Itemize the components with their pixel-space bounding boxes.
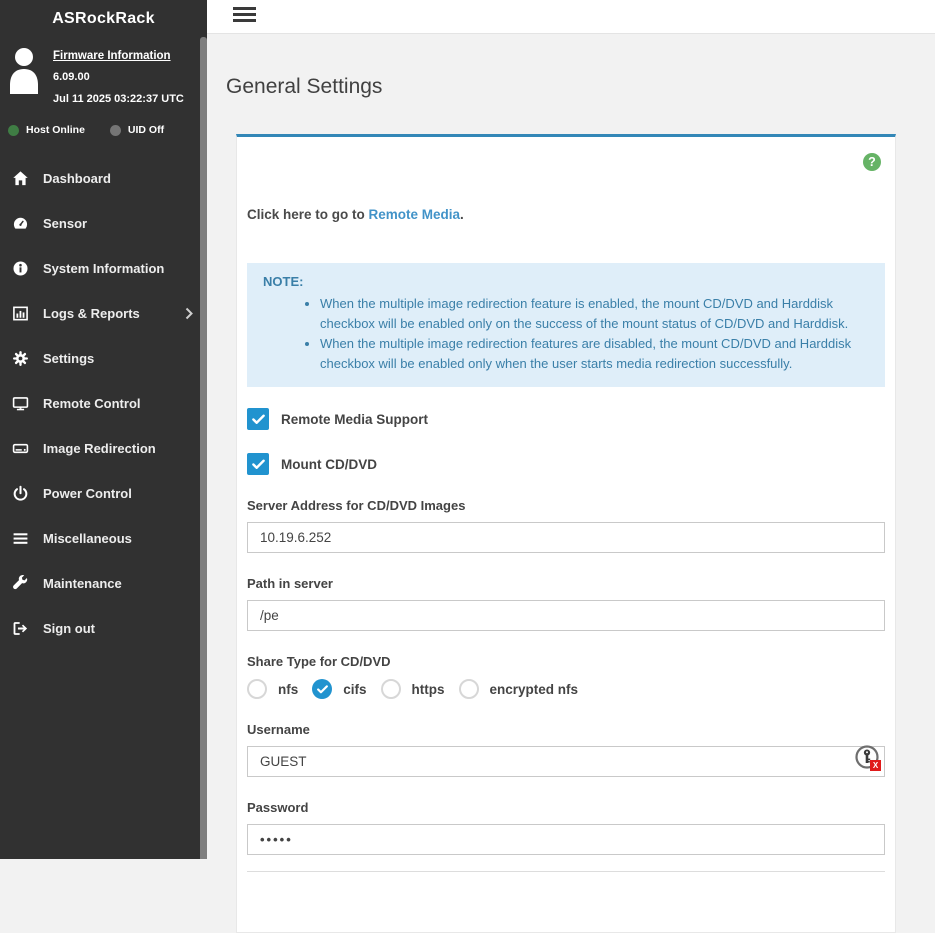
sidebar-item-label: Remote Control [43, 396, 141, 411]
remote-media-link[interactable]: Remote Media [369, 207, 461, 222]
sidebar-nav: Dashboard Sensor System Information Logs… [0, 156, 207, 651]
help-icon[interactable]: ? [863, 153, 881, 171]
sidebar-item-system-information[interactable]: System Information [0, 246, 207, 291]
remote-media-support-checkbox[interactable] [247, 408, 269, 430]
main-area: General Settings ? Click here to go to R… [207, 0, 935, 859]
cifs-radio-label[interactable]: cifs [343, 682, 366, 697]
sidebar-item-settings[interactable]: Settings [0, 336, 207, 381]
radio-option-encrypted-nfs: encrypted nfs [459, 679, 579, 699]
path-in-server-input[interactable] [247, 600, 885, 631]
note-box: NOTE: When the multiple image redirectio… [247, 263, 885, 387]
encrypted-nfs-radio-label[interactable]: encrypted nfs [490, 682, 579, 697]
username-input[interactable] [247, 746, 885, 777]
goto-suffix: . [460, 207, 464, 222]
chevron-right-icon [185, 307, 193, 320]
password-manager-key-icon[interactable]: X [854, 744, 880, 770]
home-icon [10, 170, 30, 187]
remote-media-support-label[interactable]: Remote Media Support [281, 412, 428, 427]
sidebar-item-sensor[interactable]: Sensor [0, 201, 207, 246]
note-bullet: When the multiple image redirection feat… [320, 334, 869, 374]
firmware-info: Firmware Information 6.09.00 Jul 11 2025… [53, 46, 184, 105]
sidebar-item-label: Image Redirection [43, 441, 156, 456]
nfs-radio[interactable] [247, 679, 267, 699]
sidebar-item-label: Maintenance [43, 576, 122, 591]
info-icon [10, 260, 30, 277]
username-input-wrap: X [247, 737, 885, 777]
section-divider [247, 871, 885, 872]
sidebar-item-maintenance[interactable]: Maintenance [0, 561, 207, 606]
monitor-icon [10, 395, 30, 412]
sidebar-item-sign-out[interactable]: Sign out [0, 606, 207, 651]
sidebar-item-label: Power Control [43, 486, 132, 501]
sidebar-item-remote-control[interactable]: Remote Control [0, 381, 207, 426]
hamburger-menu-icon[interactable] [233, 7, 256, 25]
page-title: General Settings [226, 75, 935, 99]
share-type-radio-group: nfs cifs https encrypted nfs [247, 679, 885, 699]
radio-option-nfs: nfs [247, 679, 298, 699]
user-panel: Firmware Information 6.09.00 Jul 11 2025… [0, 38, 207, 105]
nfs-radio-label[interactable]: nfs [278, 682, 298, 697]
password-label: Password [247, 800, 885, 815]
server-address-input[interactable] [247, 522, 885, 553]
https-radio[interactable] [381, 679, 401, 699]
encrypted-nfs-radio[interactable] [459, 679, 479, 699]
sidebar-item-label: System Information [43, 261, 164, 276]
gear-icon [10, 350, 30, 367]
firmware-date: Jul 11 2025 03:22:37 UTC [53, 93, 184, 105]
mount-cd-dvd-label[interactable]: Mount CD/DVD [281, 457, 377, 472]
username-label: Username [247, 722, 885, 737]
sidebar-item-label: Logs & Reports [43, 306, 140, 321]
mount-cd-dvd-row: Mount CD/DVD [247, 453, 885, 475]
brand-title: ASRockRack [0, 0, 207, 38]
https-radio-label[interactable]: https [412, 682, 445, 697]
share-type-label: Share Type for CD/DVD [247, 654, 885, 669]
power-icon [10, 485, 30, 502]
list-icon [10, 530, 30, 547]
sidebar-item-miscellaneous[interactable]: Miscellaneous [0, 516, 207, 561]
sidebar-item-label: Dashboard [43, 171, 111, 186]
gauge-icon [10, 215, 30, 232]
note-list: When the multiple image redirection feat… [263, 294, 869, 374]
sidebar-item-dashboard[interactable]: Dashboard [0, 156, 207, 201]
sidebar-item-power-control[interactable]: Power Control [0, 471, 207, 516]
sidebar-item-image-redirection[interactable]: Image Redirection [0, 426, 207, 471]
sidebar: ASRockRack Firmware Information 6.09.00 … [0, 0, 207, 859]
cifs-radio[interactable] [312, 679, 332, 699]
note-title: NOTE: [263, 274, 869, 289]
topbar [207, 0, 935, 34]
status-row: Host Online UID Off [8, 124, 207, 136]
host-online-label: Host Online [26, 124, 85, 136]
sidebar-item-label: Sensor [43, 216, 87, 231]
radio-option-https: https [381, 679, 445, 699]
sign-out-icon [10, 620, 30, 637]
sidebar-scrollbar-thumb[interactable] [200, 37, 207, 859]
user-avatar-icon [8, 46, 40, 94]
remote-media-support-row: Remote Media Support [247, 408, 885, 430]
sidebar-item-label: Miscellaneous [43, 531, 132, 546]
uid-off-dot [110, 125, 121, 136]
server-address-label: Server Address for CD/DVD Images [247, 498, 885, 513]
note-bullet: When the multiple image redirection feat… [320, 294, 869, 334]
firmware-information-link[interactable]: Firmware Information [53, 50, 184, 62]
goto-prefix: Click here to go to [247, 207, 369, 222]
sidebar-item-label: Sign out [43, 621, 95, 636]
wrench-icon [10, 575, 30, 592]
uid-off-label: UID Off [128, 124, 164, 136]
general-settings-card: ? Click here to go to Remote Media. NOTE… [236, 134, 896, 933]
mount-cd-dvd-checkbox[interactable] [247, 453, 269, 475]
sidebar-item-label: Settings [43, 351, 94, 366]
sidebar-item-logs-reports[interactable]: Logs & Reports [0, 291, 207, 336]
host-online-dot [8, 125, 19, 136]
path-in-server-label: Path in server [247, 576, 885, 591]
password-manager-error-badge: X [870, 760, 881, 771]
password-input[interactable] [247, 824, 885, 855]
firmware-version: 6.09.00 [53, 71, 184, 83]
drive-icon [10, 440, 30, 457]
radio-option-cifs: cifs [312, 679, 366, 699]
remote-media-line: Click here to go to Remote Media. [247, 137, 885, 222]
bar-chart-icon [10, 305, 30, 322]
content: General Settings ? Click here to go to R… [207, 34, 935, 933]
